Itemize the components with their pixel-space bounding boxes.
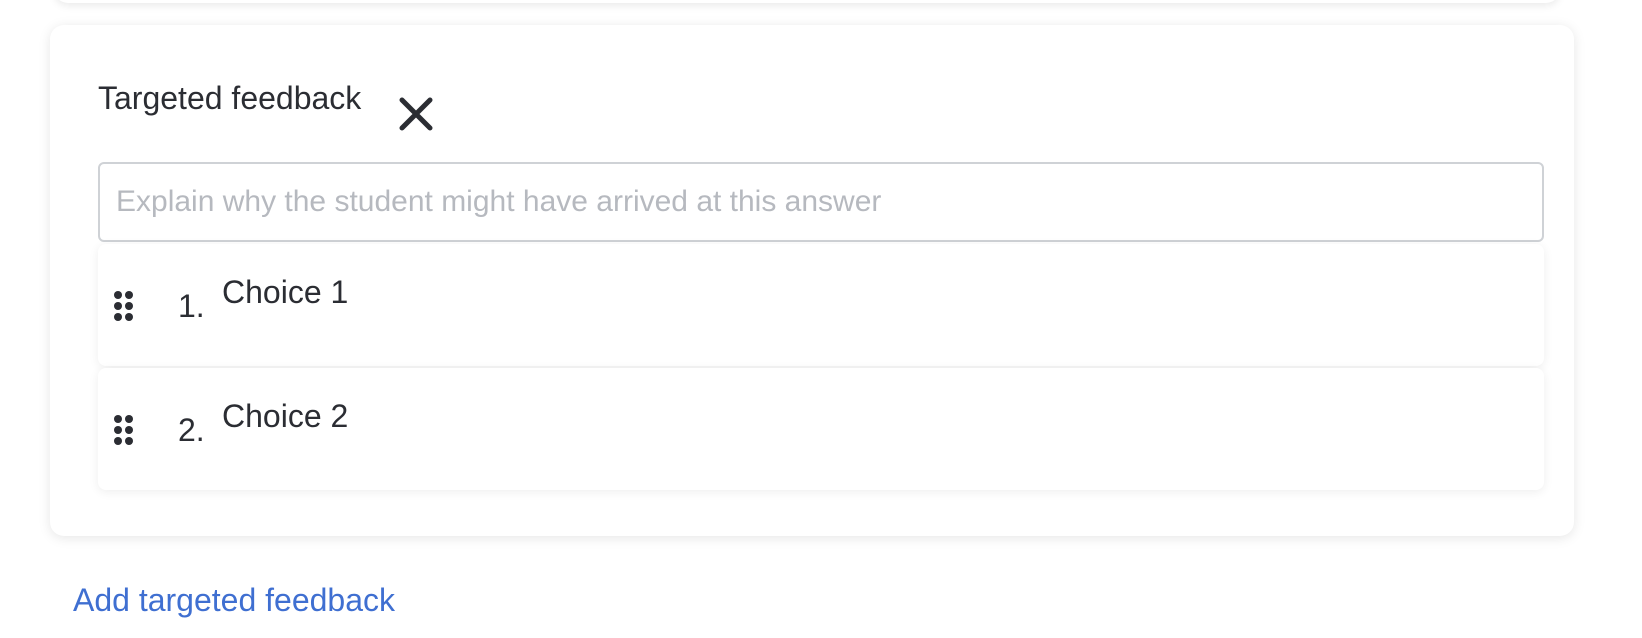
feedback-explanation-input[interactable] [98, 162, 1544, 242]
choice-number: 2. [178, 412, 205, 448]
targeted-feedback-title: Targeted feedback [98, 80, 362, 116]
close-icon-glyph [399, 97, 433, 131]
choice-list: 1. Choice 1 2. Choice 2 [98, 244, 1544, 492]
choice-item-1[interactable]: 1. Choice 1 [98, 244, 1544, 366]
add-targeted-feedback-link[interactable]: Add targeted feedback [73, 580, 395, 620]
close-icon[interactable] [396, 94, 436, 134]
previous-card-edge [54, 0, 1560, 3]
choice-label: Choice 1 [222, 274, 349, 310]
drag-handle-icon[interactable] [112, 290, 136, 322]
choice-label: Choice 2 [222, 398, 349, 434]
choice-item-2[interactable]: 2. Choice 2 [98, 368, 1544, 490]
drag-handle-icon[interactable] [112, 414, 136, 446]
choice-number: 1. [178, 288, 205, 324]
